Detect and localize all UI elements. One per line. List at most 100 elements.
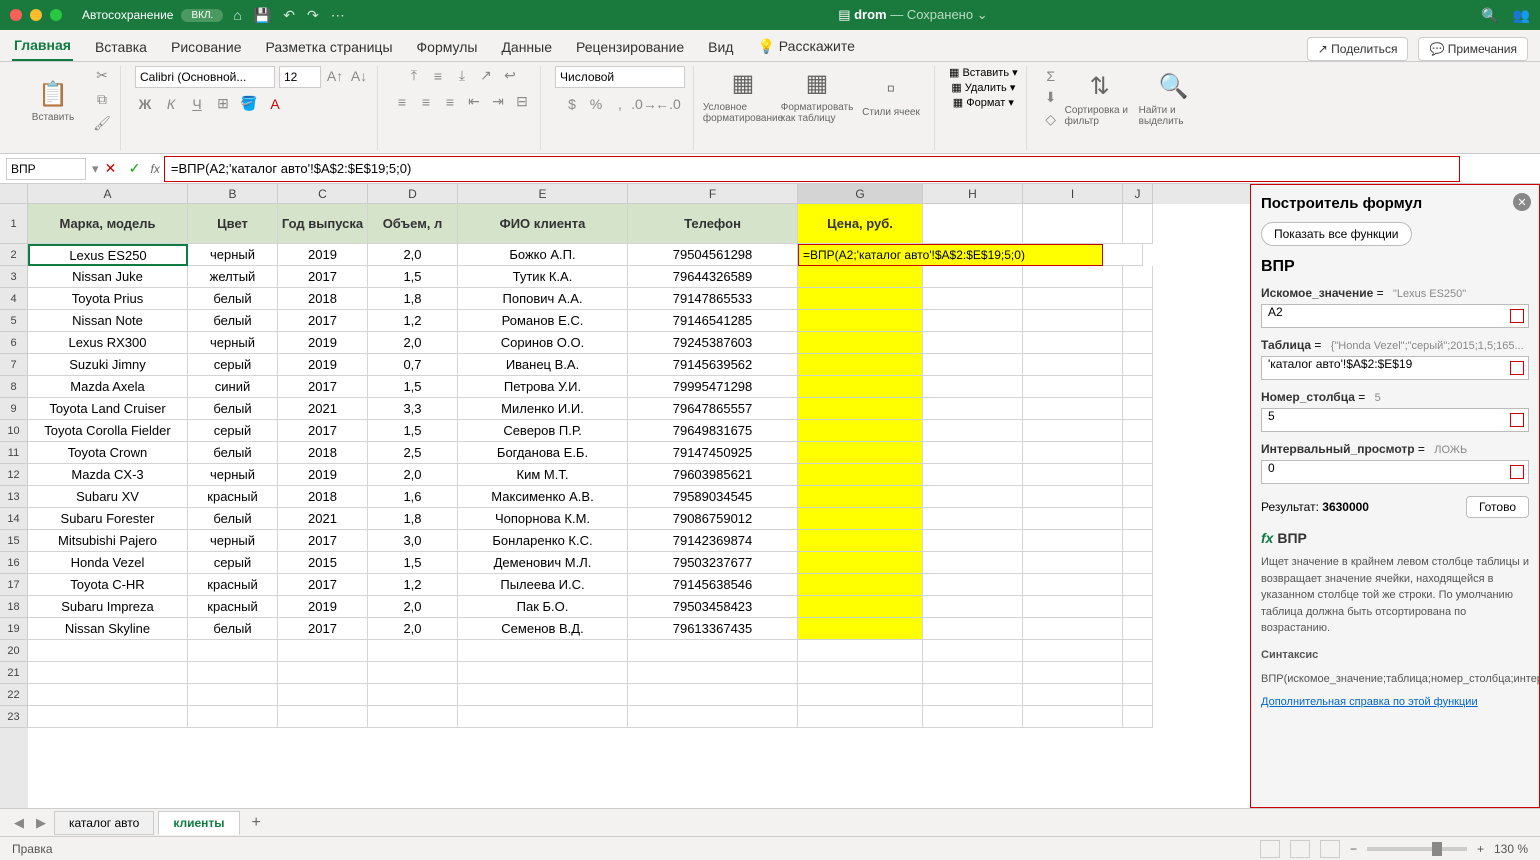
cell[interactable]	[1023, 596, 1123, 618]
cell[interactable]	[28, 684, 188, 706]
header-cell[interactable]: Марка, модель	[28, 204, 188, 244]
cell[interactable]	[923, 420, 1023, 442]
cancel-formula-button[interactable]: ✕	[99, 157, 123, 181]
comments-button[interactable]: 💬 Примечания	[1418, 37, 1528, 61]
prev-sheet-icon[interactable]: ◀	[10, 815, 28, 831]
cell[interactable]	[1023, 640, 1123, 662]
spreadsheet-grid[interactable]: A B C D E F G H I J 12345678910111213141…	[0, 184, 1250, 808]
row-header[interactable]: 1	[0, 204, 28, 244]
cell[interactable]: 2021	[278, 398, 368, 420]
cell[interactable]: Nissan Note	[28, 310, 188, 332]
cell[interactable]: Богданова Е.Б.	[458, 442, 628, 464]
cell[interactable]	[1123, 486, 1153, 508]
cell[interactable]	[1123, 464, 1153, 486]
cell[interactable]: Toyota Prius	[28, 288, 188, 310]
row-header[interactable]: 21	[0, 662, 28, 684]
cell[interactable]: Иванец В.А.	[458, 354, 628, 376]
cell[interactable]: Subaru Forester	[28, 508, 188, 530]
cell[interactable]	[798, 530, 923, 552]
cell[interactable]: 79613367435	[628, 618, 798, 640]
cell[interactable]: 2,0	[368, 464, 458, 486]
cell[interactable]	[1123, 266, 1153, 288]
cell[interactable]: 1,2	[368, 574, 458, 596]
cell[interactable]	[1123, 442, 1153, 464]
cell[interactable]: 79147450925	[628, 442, 798, 464]
cell[interactable]: черный	[188, 530, 278, 552]
cell[interactable]	[1123, 420, 1153, 442]
cell[interactable]	[188, 640, 278, 662]
cell[interactable]: синий	[188, 376, 278, 398]
italic-icon[interactable]: К	[161, 94, 181, 114]
cell[interactable]	[1023, 552, 1123, 574]
cell[interactable]: 79142369874	[628, 530, 798, 552]
cell[interactable]	[923, 706, 1023, 728]
cell[interactable]	[923, 662, 1023, 684]
cell[interactable]	[798, 376, 923, 398]
cell[interactable]: черный	[188, 332, 278, 354]
cell[interactable]	[1023, 310, 1123, 332]
cell[interactable]	[1023, 618, 1123, 640]
autosave-toggle[interactable]: ВКЛ.	[181, 9, 223, 22]
cell[interactable]	[923, 464, 1023, 486]
home-icon[interactable]: ⌂	[233, 7, 241, 24]
cell[interactable]: Чопорнова К.М.	[458, 508, 628, 530]
close-window-icon[interactable]	[10, 9, 22, 21]
row-header[interactable]: 14	[0, 508, 28, 530]
cell[interactable]: Северов П.Р.	[458, 420, 628, 442]
orientation-icon[interactable]: ↗	[476, 66, 496, 86]
row-header[interactable]: 8	[0, 376, 28, 398]
cell[interactable]	[923, 596, 1023, 618]
cell[interactable]: 79603985621	[628, 464, 798, 486]
cell[interactable]: Соринов О.О.	[458, 332, 628, 354]
font-color-icon[interactable]: A	[265, 94, 285, 114]
tab-insert[interactable]: Вставка	[93, 33, 149, 61]
clear-icon[interactable]: ◇	[1041, 110, 1061, 130]
formula-input[interactable]	[164, 156, 1460, 182]
normal-view-icon[interactable]	[1260, 840, 1280, 858]
cell[interactable]	[188, 684, 278, 706]
cell[interactable]	[1023, 332, 1123, 354]
cell[interactable]: 79504561298	[628, 244, 798, 266]
accept-formula-button[interactable]: ✓	[123, 157, 147, 181]
borders-icon[interactable]: ⊞	[213, 94, 233, 114]
cell[interactable]	[798, 706, 923, 728]
cell[interactable]	[923, 530, 1023, 552]
cell[interactable]: Ким М.Т.	[458, 464, 628, 486]
share-button[interactable]: ↗ Поделиться	[1307, 37, 1409, 61]
header-cell[interactable]: Цвет	[188, 204, 278, 244]
minimize-window-icon[interactable]	[30, 9, 42, 21]
format-painter-icon[interactable]: 🖌	[92, 114, 112, 134]
page-layout-view-icon[interactable]	[1290, 840, 1310, 858]
cell[interactable]	[798, 574, 923, 596]
cell[interactable]	[1023, 354, 1123, 376]
col-header-I[interactable]: I	[1023, 184, 1123, 204]
cell[interactable]	[1023, 288, 1123, 310]
cell[interactable]	[798, 288, 923, 310]
row-header[interactable]: 5	[0, 310, 28, 332]
cell[interactable]	[1023, 662, 1123, 684]
cell[interactable]: Toyota Corolla Fielder	[28, 420, 188, 442]
tab-layout[interactable]: Разметка страницы	[264, 33, 395, 61]
cell[interactable]	[1023, 442, 1123, 464]
cell[interactable]: 1,8	[368, 288, 458, 310]
cell[interactable]	[1123, 618, 1153, 640]
align-right-icon[interactable]: ≡	[440, 92, 460, 112]
cell[interactable]: 1,5	[368, 266, 458, 288]
cell[interactable]	[1023, 464, 1123, 486]
cell[interactable]: 79245387603	[628, 332, 798, 354]
cell[interactable]: Тутик К.А.	[458, 266, 628, 288]
percent-icon[interactable]: %	[586, 94, 606, 114]
cell[interactable]: Mitsubishi Pajero	[28, 530, 188, 552]
tab-data[interactable]: Данные	[499, 33, 554, 61]
cell[interactable]	[923, 310, 1023, 332]
row-header[interactable]: 6	[0, 332, 28, 354]
cell[interactable]	[798, 618, 923, 640]
cell[interactable]	[798, 684, 923, 706]
cell[interactable]	[458, 662, 628, 684]
cell[interactable]	[1023, 684, 1123, 706]
cell[interactable]: Божко А.П.	[458, 244, 628, 266]
cell[interactable]: Nissan Skyline	[28, 618, 188, 640]
cell[interactable]	[278, 662, 368, 684]
zoom-out-icon[interactable]: −	[1350, 842, 1357, 856]
cell[interactable]: 79503237677	[628, 552, 798, 574]
